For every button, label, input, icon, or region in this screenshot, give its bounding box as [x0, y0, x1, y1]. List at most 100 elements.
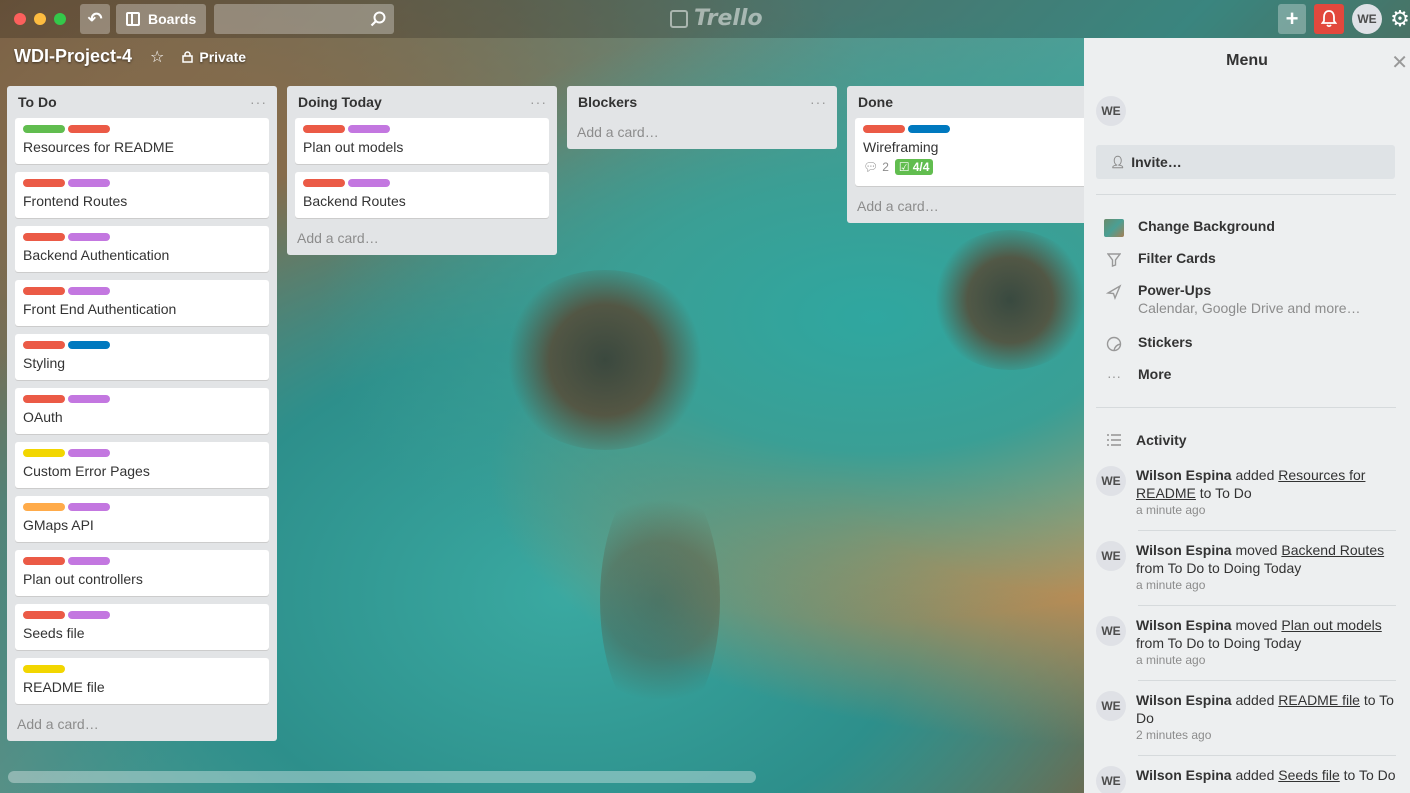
label-red	[23, 287, 65, 295]
menu-item-label: Change Background	[1138, 218, 1275, 234]
list-menu-icon[interactable]: ···	[530, 94, 547, 110]
rocket-icon	[1104, 282, 1124, 302]
label-red	[23, 179, 65, 187]
card[interactable]: Custom Error Pages	[15, 442, 269, 488]
menu-item-label: Filter Cards	[1138, 250, 1216, 266]
activity-item: WE Wilson Espina added Seeds file to To D…	[1096, 766, 1396, 793]
divider	[1096, 407, 1396, 408]
horizontal-scrollbar[interactable]	[8, 771, 756, 783]
lock-icon	[182, 50, 194, 63]
activity-card-link[interactable]: Plan out models	[1281, 617, 1381, 633]
list-done: Done··· Wireframing 💬︎2 ☑4/4 Add a card…	[847, 86, 1117, 223]
card[interactable]: README file	[15, 658, 269, 704]
card[interactable]: OAuth	[15, 388, 269, 434]
divider	[1138, 755, 1396, 756]
activity-card-link[interactable]: README file	[1278, 692, 1360, 708]
add-card-button[interactable]: Add a card…	[7, 712, 277, 741]
card[interactable]: Resources for README	[15, 118, 269, 164]
add-card-button[interactable]: Add a card…	[567, 114, 837, 149]
card[interactable]: Front End Authentication	[15, 280, 269, 326]
card-list: Resources for README Frontend Routes Backe…	[7, 114, 277, 704]
user-avatar[interactable]: WE	[1352, 4, 1382, 34]
card[interactable]: Plan out models	[295, 118, 549, 164]
activity-avatar[interactable]: WE	[1096, 541, 1126, 571]
activity-user[interactable]: Wilson Espina	[1136, 542, 1232, 558]
back-button[interactable]: ↶	[80, 4, 110, 34]
checklist-badge: ☑ 4/4	[894, 159, 934, 175]
label-purple	[68, 557, 110, 565]
card-title: Custom Error Pages	[23, 463, 150, 479]
label-blue	[908, 125, 950, 133]
search-box[interactable]	[214, 4, 395, 34]
card[interactable]: Plan out controllers	[15, 550, 269, 596]
activity-text: Wilson Espina added Resources for README…	[1136, 467, 1366, 501]
close-icon[interactable]: ✕	[1391, 50, 1408, 75]
activity-user[interactable]: Wilson Espina	[1136, 617, 1232, 633]
board-title[interactable]: WDI-Project-4	[14, 46, 132, 67]
card-title: Backend Routes	[303, 193, 406, 209]
list-title[interactable]: Doing Today	[298, 94, 382, 110]
privacy-button[interactable]: Private	[182, 49, 246, 65]
list-title[interactable]: To Do	[18, 94, 57, 110]
activity-user[interactable]: Wilson Espina	[1136, 767, 1232, 783]
menu-item-more[interactable]: ··· More	[1104, 366, 1171, 386]
activity-card-link[interactable]: Backend Routes	[1281, 542, 1384, 558]
label-purple	[68, 449, 110, 457]
card-labels	[23, 503, 261, 511]
card-title: Resources for README	[23, 139, 174, 155]
label-red	[303, 125, 345, 133]
menu-item-sublabel: Calendar, Google Drive and more…	[1138, 300, 1361, 316]
activity-user[interactable]: Wilson Espina	[1136, 467, 1232, 483]
activity-card-link[interactable]: Seeds file	[1278, 767, 1339, 783]
card-labels	[303, 179, 541, 187]
menu-item-stickers[interactable]: Stickers	[1104, 334, 1192, 354]
activity-user[interactable]: Wilson Espina	[1136, 692, 1232, 708]
activity-text: Wilson Espina added README file to To Do	[1136, 692, 1394, 726]
invite-button[interactable]: 👤︎ Invite…	[1096, 145, 1395, 179]
menu-item-power-ups[interactable]: Power-Ups Calendar, Google Drive and mor…	[1104, 282, 1361, 316]
bell-icon	[1321, 10, 1337, 28]
menu-item-filter-cards[interactable]: Filter Cards	[1104, 250, 1216, 270]
label-yellow	[23, 665, 65, 673]
activity-text: Wilson Espina moved Plan out models from…	[1136, 617, 1382, 651]
close-window-button[interactable]	[14, 13, 26, 25]
add-card-button[interactable]: Add a card…	[847, 194, 1117, 223]
menu-item-change-background[interactable]: Change Background	[1104, 218, 1275, 238]
activity-avatar[interactable]: WE	[1096, 691, 1126, 721]
card[interactable]: Backend Routes	[295, 172, 549, 218]
activity-avatar[interactable]: WE	[1096, 766, 1126, 793]
member-avatar[interactable]: WE	[1096, 96, 1126, 126]
card-title: Wireframing	[863, 139, 939, 155]
list-header: Blockers ···	[567, 86, 837, 114]
card[interactable]: Styling	[15, 334, 269, 380]
trello-logo[interactable]: Trello	[670, 6, 763, 31]
list-to-do: To Do ··· Resources for README Frontend Rou…	[7, 86, 277, 741]
boards-button[interactable]: Boards	[116, 4, 207, 34]
maximize-window-button[interactable]	[54, 13, 66, 25]
list-menu-icon[interactable]: ···	[810, 94, 827, 110]
list-title[interactable]: Done	[858, 94, 893, 110]
activity-item: WE Wilson Espina added Resources for READ…	[1096, 466, 1396, 517]
list-menu-icon[interactable]: ···	[250, 94, 267, 110]
activity-avatar[interactable]: WE	[1096, 616, 1126, 646]
star-icon[interactable]: ☆	[150, 47, 164, 67]
activity-time: 2 minutes ago	[1136, 728, 1212, 742]
card[interactable]: Wireframing 💬︎ 2 ☑ 4/4	[855, 118, 1109, 186]
search-icon[interactable]	[370, 11, 386, 27]
card[interactable]: Frontend Routes	[15, 172, 269, 218]
divider	[1138, 680, 1396, 681]
search-input[interactable]	[214, 4, 395, 34]
add-button[interactable]: +	[1278, 4, 1306, 34]
activity-time: a minute ago	[1136, 503, 1206, 517]
activity-avatar[interactable]: WE	[1096, 466, 1126, 496]
card[interactable]: Backend Authentication	[15, 226, 269, 272]
card-list: Wireframing 💬︎ 2 ☑ 4/4	[847, 114, 1117, 186]
list-title[interactable]: Blockers	[578, 94, 637, 110]
notifications-button[interactable]	[1314, 4, 1344, 34]
card[interactable]: GMaps API	[15, 496, 269, 542]
settings-button[interactable]: ⚙	[1390, 4, 1410, 34]
card[interactable]: Seeds file	[15, 604, 269, 650]
label-red	[863, 125, 905, 133]
minimize-window-button[interactable]	[34, 13, 46, 25]
add-card-button[interactable]: Add a card…	[287, 226, 557, 255]
